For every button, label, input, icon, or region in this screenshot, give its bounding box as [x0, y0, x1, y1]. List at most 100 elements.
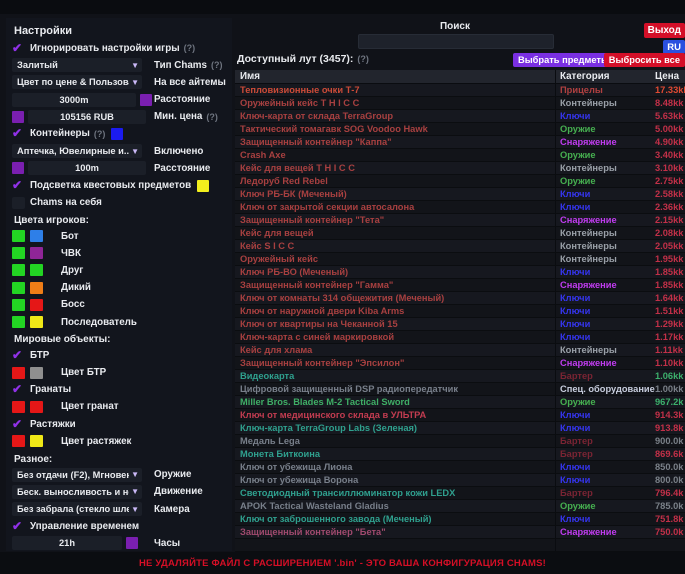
table-row[interactable]: Ключ от убежища ЛионаКлючи850.0k	[235, 461, 685, 474]
table-row[interactable]: Тактический томагавк SOG Voodoo HawkОруж…	[235, 123, 685, 136]
container-filter-dropdown[interactable]: Аптечка, Ювелирные и... ▼	[12, 144, 142, 158]
color-swatch[interactable]	[12, 111, 24, 123]
table-row[interactable]: Медаль LegaБартер900.0k	[235, 435, 685, 448]
item-price: 2.58kk	[655, 189, 685, 199]
table-row[interactable]: Защищенный контейнер "Бета"Снаряжение750…	[235, 526, 685, 539]
color-swatch[interactable]	[30, 316, 43, 328]
checkbox-checked-icon[interactable]: ✔	[12, 127, 27, 140]
checkbox-checked-icon[interactable]: ✔	[12, 179, 27, 192]
table-row[interactable]: Оружейный кейсКонтейнеры1.95kk	[235, 253, 685, 266]
table-row[interactable]	[235, 539, 685, 552]
table-row[interactable]: Кейс S I C CКонтейнеры2.05kk	[235, 240, 685, 253]
color-swatch[interactable]	[12, 264, 25, 276]
table-row[interactable]: Ключ РБ-ВО (Меченый)Ключи1.85kk	[235, 266, 685, 279]
table-row[interactable]: Ключ-карта TerraGroup Labs (Зеленая)Ключ…	[235, 422, 685, 435]
table-row[interactable]: Ключ от заброшенного завода (Меченый)Клю…	[235, 513, 685, 526]
table-row[interactable]: Оружейный кейс T H I C CКонтейнеры8.48kk	[235, 97, 685, 110]
btr-label: БТР	[30, 350, 49, 361]
table-row[interactable]: Ключ РБ-БК (Меченый)Ключи2.58kk	[235, 188, 685, 201]
item-price: 17.33kk	[655, 85, 685, 95]
column-header-category[interactable]: Категория	[555, 70, 655, 83]
help-icon[interactable]: (?)	[94, 129, 106, 139]
color-swatch[interactable]	[111, 128, 123, 140]
table-row[interactable]: Кейс для вещейКонтейнеры2.08kk	[235, 227, 685, 240]
hours-input[interactable]: 21h	[12, 536, 122, 550]
exit-button[interactable]: Выход	[644, 23, 685, 38]
color-swatch[interactable]	[30, 401, 43, 413]
checkbox-checked-icon[interactable]: ✔	[12, 42, 27, 55]
column-header-name[interactable]: Имя	[235, 71, 555, 82]
color-swatch[interactable]	[12, 230, 25, 242]
column-header-price[interactable]: Цена	[655, 71, 685, 82]
movement-dropdown[interactable]: Беск. выносливость и нет уста ▼	[12, 485, 142, 499]
color-swatch[interactable]	[126, 537, 138, 549]
table-row[interactable]: Защищенный контейнер "Гамма"Снаряжение1.…	[235, 279, 685, 292]
help-icon[interactable]: (?)	[206, 112, 218, 122]
table-row[interactable]: Ключ от медицинского склада в УЛЬТРАКлюч…	[235, 409, 685, 422]
container-distance-input[interactable]: 100m	[28, 161, 146, 175]
color-swatch[interactable]	[12, 316, 25, 328]
checkbox-checked-icon[interactable]: ✔	[12, 349, 27, 362]
table-row[interactable]: Crash AxeОружие3.40kk	[235, 149, 685, 162]
color-swatch[interactable]	[140, 94, 152, 106]
table-row[interactable]: Ключ от убежища ВоронаКлючи800.0k	[235, 474, 685, 487]
table-row[interactable]: Ледоруб Red RebelОружие2.75kk	[235, 175, 685, 188]
table-row[interactable]: Ключ-карта от склада TerraGroupКлючи5.63…	[235, 110, 685, 123]
table-row[interactable]: ВидеокартаБартер1.06kk	[235, 370, 685, 383]
table-row[interactable]: Защищенный контейнер "Тета"Снаряжение2.1…	[235, 214, 685, 227]
min-price-input[interactable]: 105156 RUB	[28, 110, 146, 124]
table-row[interactable]: Ключ от квартиры на Чеканной 15Ключи1.29…	[235, 318, 685, 331]
player-type-label: Друг	[61, 265, 83, 276]
color-swatch[interactable]	[12, 435, 25, 447]
color-swatch[interactable]	[12, 247, 25, 259]
checkbox-checked-icon[interactable]: ✔	[12, 383, 27, 396]
color-swatch[interactable]	[30, 435, 43, 447]
color-swatch[interactable]	[30, 247, 43, 259]
help-icon[interactable]: (?)	[357, 54, 369, 64]
checkbox-unchecked-icon[interactable]	[12, 197, 25, 209]
table-row[interactable]: APOK Tactical Wasteland GladiusОружие785…	[235, 500, 685, 513]
weapon-dropdown[interactable]: Без отдачи (F2), Мгновенное п ▼	[12, 468, 142, 482]
table-row[interactable]: Цифровой защищенный DSP радиопередатчикС…	[235, 383, 685, 396]
table-row[interactable]: Защищенный контейнер "Каппа"Снаряжение4.…	[235, 136, 685, 149]
color-swatch[interactable]	[197, 180, 209, 192]
table-row[interactable]: Светодиодный трансиллюминатор кожи LEDXБ…	[235, 487, 685, 500]
color-swatch[interactable]	[30, 264, 43, 276]
table-row[interactable]: Ключ от комнаты 314 общежития (Меченый)К…	[235, 292, 685, 305]
help-icon[interactable]: (?)	[184, 43, 196, 53]
discard-all-button[interactable]: Выбросить все	[604, 53, 685, 67]
color-swatch[interactable]	[30, 230, 43, 242]
row-ignore-game-settings: ✔ Игнорировать настройки игры (?)	[12, 41, 226, 55]
loot-table[interactable]: Имя Категория Цена Тепловизионные очки Т…	[235, 70, 685, 552]
row-movement: Беск. выносливость и нет уста ▼ Движение	[12, 485, 226, 499]
language-button[interactable]: RU	[663, 40, 685, 54]
color-swatch[interactable]	[30, 367, 43, 379]
distance-input[interactable]: 3000m	[12, 93, 136, 107]
help-icon[interactable]: (?)	[211, 60, 223, 70]
color-swatch[interactable]	[12, 162, 24, 174]
table-row[interactable]: Ключ от закрытой секции автосалонаКлючи2…	[235, 201, 685, 214]
color-mode-dropdown[interactable]: Цвет по цене & Пользователь ▼	[12, 75, 142, 89]
checkbox-checked-icon[interactable]: ✔	[12, 418, 27, 431]
checkbox-checked-icon[interactable]: ✔	[12, 520, 27, 533]
color-swatch[interactable]	[30, 299, 43, 311]
item-category: Контейнеры	[555, 227, 655, 239]
table-row[interactable]: Ключ-карта с синей маркировкойКлючи1.17k…	[235, 331, 685, 344]
table-row[interactable]: Тепловизионные очки Т-7Прицелы17.33kk	[235, 84, 685, 97]
table-row[interactable]: Ключ от наружной двери Kiba ArmsКлючи1.5…	[235, 305, 685, 318]
camera-dropdown[interactable]: Без забрала (стекло шлема) ▼	[12, 502, 142, 516]
search-input[interactable]	[358, 34, 554, 49]
table-row[interactable]: Miller Bros. Blades M-2 Tactical SwordОр…	[235, 396, 685, 409]
color-swatch[interactable]	[12, 282, 25, 294]
table-row[interactable]: Монета БиткоинаБартер869.6k	[235, 448, 685, 461]
color-swatch[interactable]	[12, 367, 25, 379]
color-swatch[interactable]	[12, 299, 25, 311]
table-row[interactable]: Кейс для хламаКонтейнеры1.11kk	[235, 344, 685, 357]
item-category: Контейнеры	[555, 162, 655, 174]
table-row[interactable]: Защищенный контейнер "Эпсилон"Снаряжение…	[235, 357, 685, 370]
chams-type-dropdown[interactable]: Залитый ▼	[12, 58, 142, 72]
color-swatch[interactable]	[12, 401, 25, 413]
color-swatch[interactable]	[30, 282, 43, 294]
table-row[interactable]: Кейс для вещей T H I C CКонтейнеры3.10kk	[235, 162, 685, 175]
misc-title: Разное:	[14, 454, 226, 465]
